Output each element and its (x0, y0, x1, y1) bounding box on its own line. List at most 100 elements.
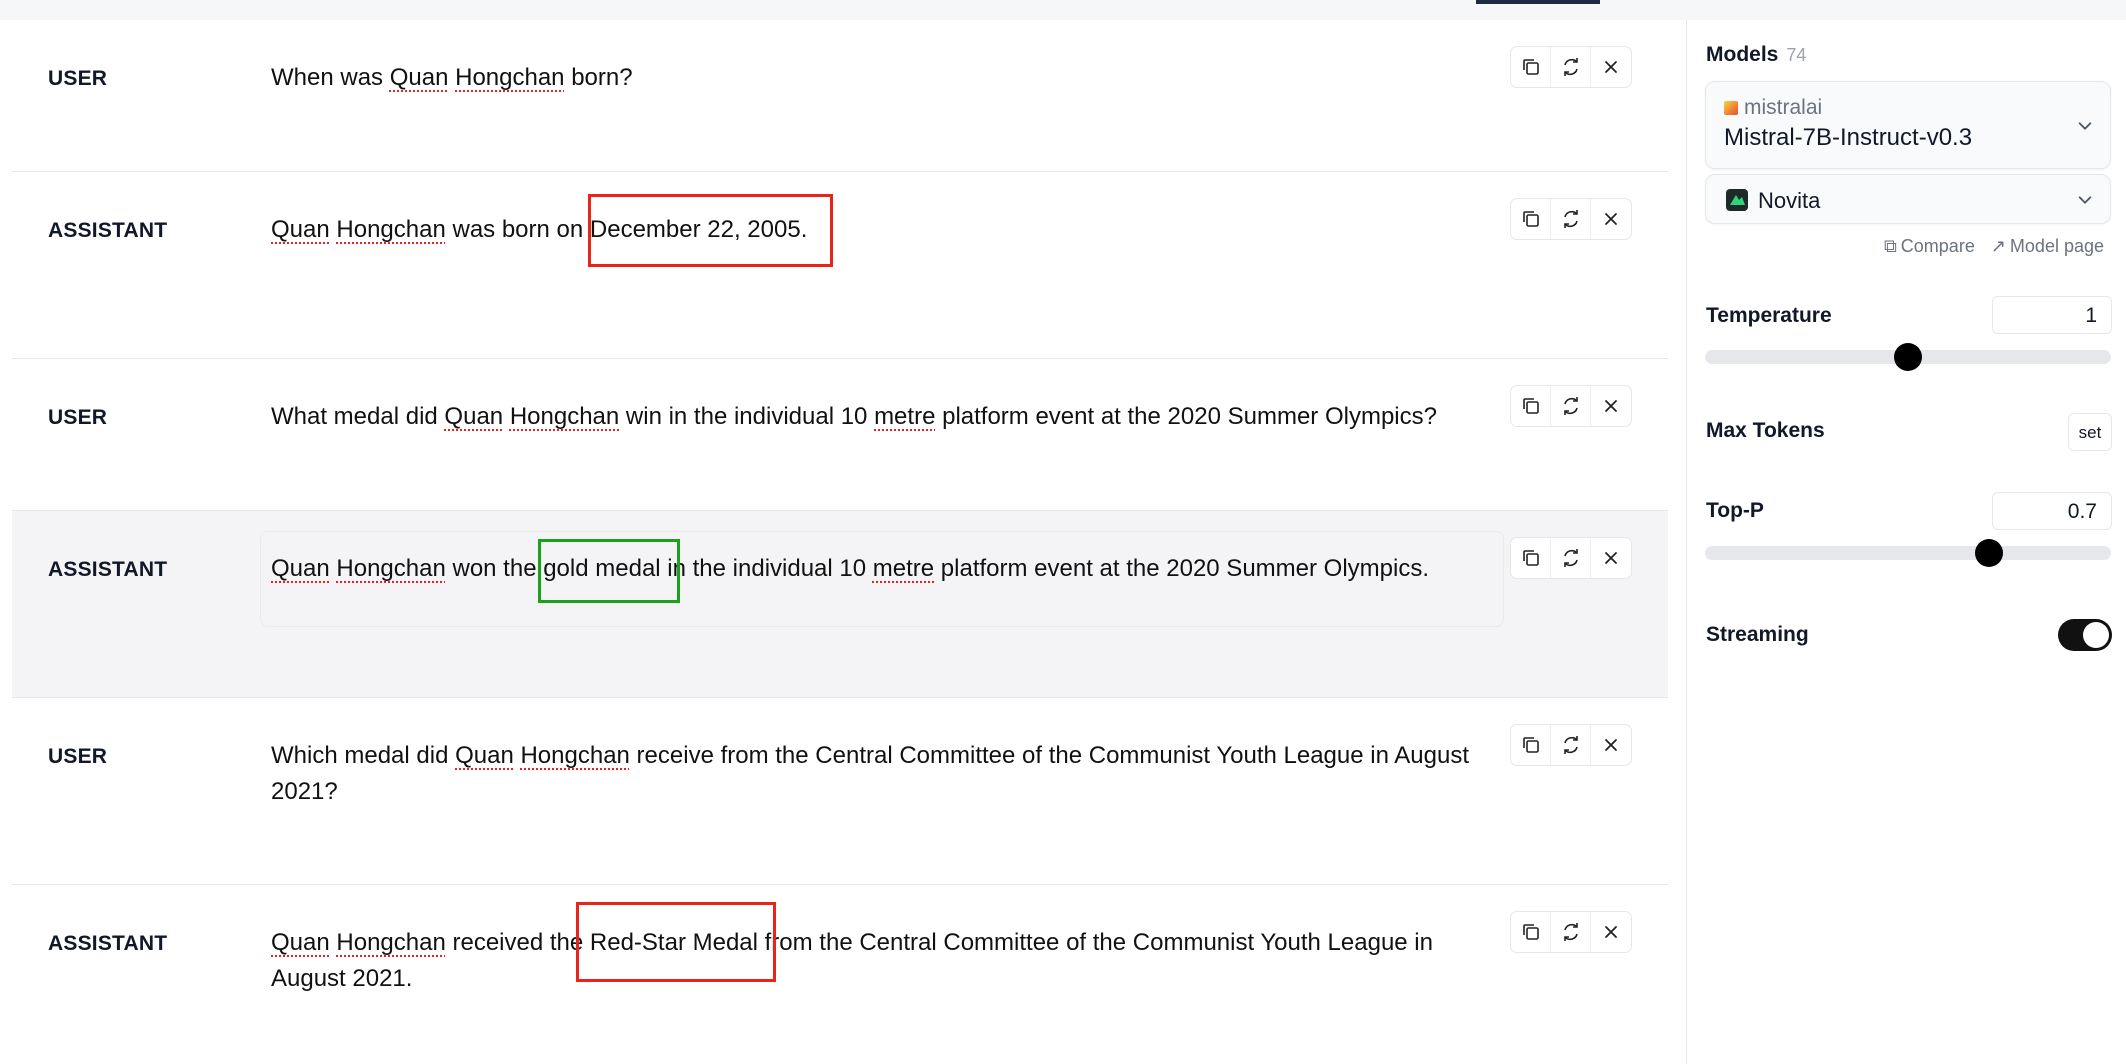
streaming-toggle-knob (2083, 622, 2109, 648)
message-text[interactable]: Quan Hongchan received the Red-Star Meda… (271, 925, 1511, 997)
regenerate-button[interactable] (1551, 538, 1591, 578)
misspelled-word: Hongchan (336, 929, 446, 956)
message-role: USER (48, 67, 108, 90)
message-text-span: received the Red-Star Medal from the Cen… (271, 929, 1433, 992)
model-page-link[interactable]: ↗ Model page (1991, 236, 2104, 257)
top-p-slider-thumb[interactable] (1975, 539, 2004, 567)
misspelled-word: Hongchan (336, 216, 446, 243)
model-name: Mistral-7B-Instruct-v0.3 (1724, 124, 1973, 151)
message-actions (1510, 911, 1632, 953)
copy-icon (1522, 211, 1539, 227)
model-provider: mistralai (1724, 96, 1822, 120)
message-text-span: win in the individual 10 (619, 403, 875, 430)
max-tokens-set-button[interactable]: set (2068, 413, 2112, 451)
close-button[interactable] (1591, 199, 1631, 239)
message-role: ASSISTANT (48, 932, 168, 955)
copy-button[interactable] (1511, 912, 1551, 952)
misspelled-word: Quan (271, 216, 330, 243)
copy-button[interactable] (1511, 725, 1551, 765)
mistral-logo-icon (1724, 101, 1738, 115)
external-link-icon: ↗ (1990, 236, 2006, 256)
copy-icon (1522, 398, 1539, 414)
message-text-span: born? (564, 64, 633, 91)
message-text-span: When was (271, 64, 390, 91)
temperature-slider-thumb[interactable] (1894, 343, 1922, 371)
novita-logo-icon (1726, 189, 1748, 211)
message-row: USER When was Quan Hongchan born? (12, 20, 1668, 172)
message-text[interactable]: Quan Hongchan won the gold medal in the … (271, 551, 1511, 587)
misspelled-word: metre (874, 403, 936, 430)
message-text-span (503, 403, 510, 430)
active-tab-indicator (1476, 0, 1600, 4)
regenerate-button[interactable] (1551, 725, 1591, 765)
inference-provider-selector[interactable]: Novita (1705, 174, 2111, 224)
max-tokens-label: Max Tokens (1706, 419, 1825, 442)
message-text[interactable]: When was Quan Hongchan born? (271, 60, 1511, 96)
copy-icon (1522, 924, 1539, 940)
close-button[interactable] (1591, 47, 1631, 87)
message-row-selected: ASSISTANT Quan Hongchan won the gold med… (12, 511, 1668, 698)
regenerate-button[interactable] (1551, 199, 1591, 239)
copy-button[interactable] (1511, 47, 1551, 87)
close-icon (1605, 61, 1617, 73)
close-button[interactable] (1591, 386, 1631, 426)
close-button[interactable] (1591, 912, 1631, 952)
message-text[interactable]: Quan Hongchan was born on December 22, 2… (271, 212, 1511, 248)
copy-button[interactable] (1511, 538, 1551, 578)
copy-icon (1522, 59, 1539, 75)
regenerate-button[interactable] (1551, 386, 1591, 426)
chevron-down-icon (2078, 196, 2092, 204)
misspelled-word: Hongchan (520, 742, 630, 769)
copy-button[interactable] (1511, 199, 1551, 239)
streaming-toggle[interactable] (2058, 619, 2112, 651)
misspelled-word: Quan (271, 555, 330, 582)
temperature-input[interactable]: 1 (1992, 296, 2112, 334)
misspelled-word: Hongchan (336, 555, 446, 582)
message-actions (1510, 46, 1632, 88)
message-text-span: What medal did (271, 403, 445, 430)
regenerate-button[interactable] (1551, 47, 1591, 87)
top-p-label: Top-P (1706, 499, 1764, 522)
settings-sidebar: Models 74 mistralai Mistral-7B-Instruct-v… (1686, 20, 2126, 1064)
close-icon (1605, 400, 1617, 412)
models-count: 74 (1786, 45, 1807, 65)
message-role: USER (48, 406, 108, 429)
message-text-span: platform event at the 2020 Summer Olympi… (935, 403, 1437, 430)
temperature-slider[interactable] (1705, 343, 2111, 371)
regenerate-button[interactable] (1551, 912, 1591, 952)
temperature-label: Temperature (1706, 304, 1832, 327)
close-icon (1605, 552, 1617, 564)
message-text-span: platform event at the 2020 Summer Olympi… (934, 555, 1429, 582)
copy-button[interactable] (1511, 386, 1551, 426)
misspelled-word: metre (872, 555, 935, 582)
compare-link[interactable]: ⧉ Compare (1884, 236, 1975, 257)
misspelled-word: Hongchan (509, 403, 620, 430)
regenerate-icon (1563, 210, 1578, 228)
message-row: ASSISTANT Quan Hongchan was born on Dece… (12, 172, 1668, 359)
message-role: ASSISTANT (48, 558, 168, 581)
close-button[interactable] (1591, 725, 1631, 765)
regenerate-icon (1563, 58, 1578, 76)
misspelled-word: Quan (455, 742, 514, 769)
close-icon (1605, 739, 1617, 751)
misspelled-word: Quan (271, 929, 330, 956)
streaming-label: Streaming (1706, 623, 1809, 646)
model-selector[interactable]: mistralai Mistral-7B-Instruct-v0.3 (1705, 81, 2111, 169)
message-text-span: Which medal did (271, 742, 456, 769)
message-text[interactable]: What medal did Quan Hongchan win in the … (271, 399, 1511, 435)
regenerate-icon (1563, 736, 1578, 754)
message-actions (1510, 724, 1632, 766)
top-strip (0, 0, 2126, 20)
close-button[interactable] (1591, 538, 1631, 578)
misspelled-word: Quan (444, 403, 504, 430)
annotation-box-correct (538, 539, 680, 603)
close-icon (1605, 213, 1617, 225)
chat-panel: USER When was Quan Hongchan born? ASSIST… (12, 20, 1668, 1064)
copy-icon (1522, 737, 1539, 753)
close-icon (1605, 926, 1617, 938)
top-p-slider[interactable] (1705, 539, 2111, 567)
message-actions (1510, 385, 1632, 427)
top-p-input[interactable]: 0.7 (1992, 492, 2112, 530)
message-role: USER (48, 745, 108, 768)
message-text[interactable]: Which medal did Quan Hongchan receive fr… (271, 738, 1511, 810)
